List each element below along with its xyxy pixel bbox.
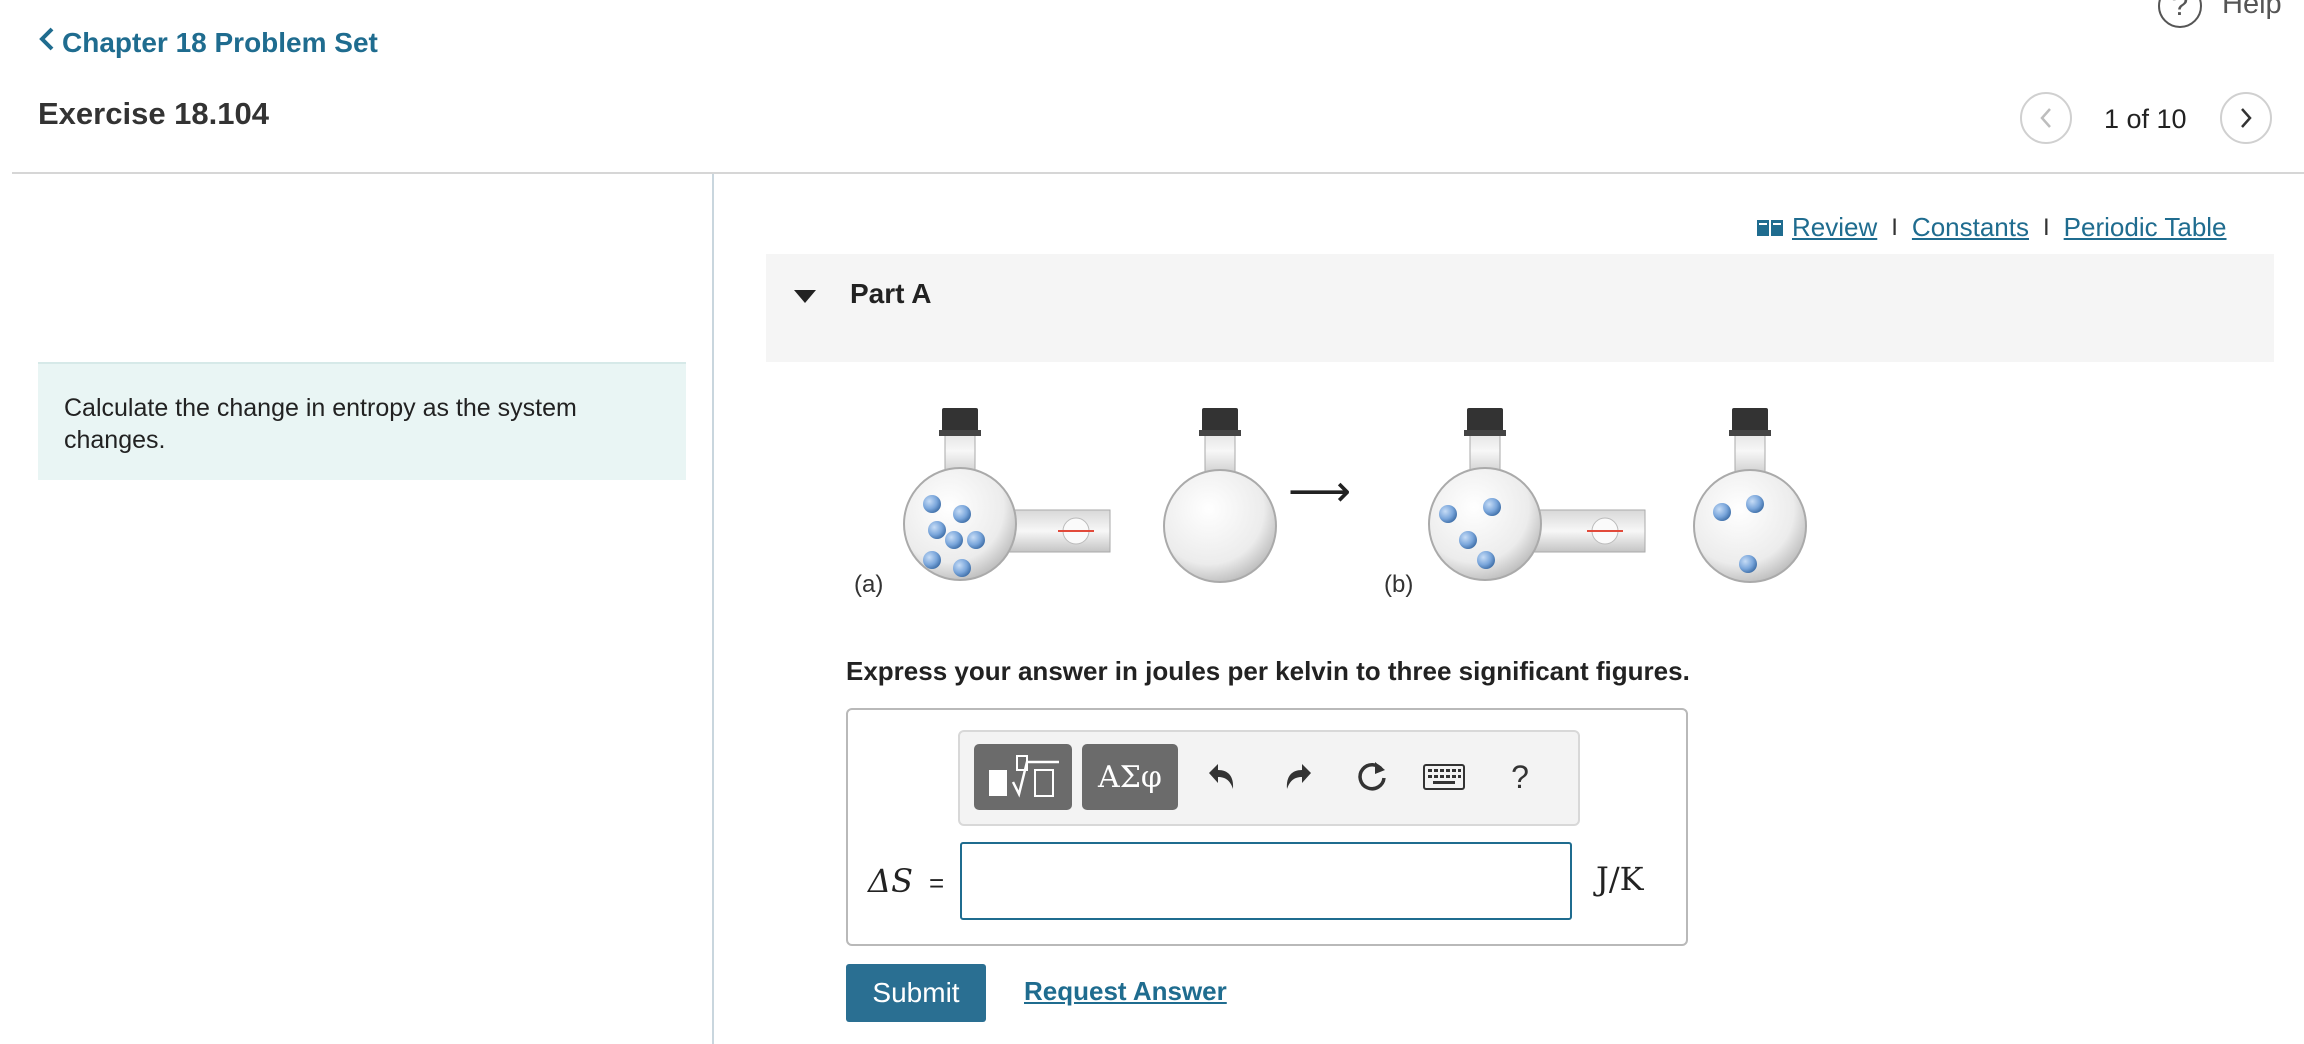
greek-symbols-button[interactable]: ΑΣφ [1082, 744, 1178, 810]
resource-links: Review I Constants I Periodic Table [1756, 212, 2227, 243]
keyboard-icon [1423, 764, 1465, 790]
previous-item-button[interactable] [2020, 92, 2072, 144]
collapse-triangle-icon[interactable] [794, 290, 816, 303]
request-answer-link[interactable]: Request Answer [1024, 976, 1227, 1007]
chevron-right-icon [2241, 108, 2252, 128]
chevron-left-icon [2040, 108, 2051, 128]
header-divider [12, 172, 2304, 174]
review-link[interactable]: Review [1792, 212, 1877, 243]
link-separator: I [1891, 213, 1898, 241]
item-counter: 1 of 10 [2104, 104, 2187, 134]
answer-label: ΔS = [868, 862, 944, 900]
flask-diagram: (a) ⟶ (b) [840, 392, 1820, 627]
delta-s-symbol: ΔS [868, 862, 914, 900]
part-title: Part A [850, 278, 932, 309]
answer-unit: J/K [1596, 860, 1644, 898]
link-separator: I [2043, 213, 2050, 241]
apparatus-b [1428, 408, 1807, 583]
answer-input[interactable] [960, 842, 1572, 920]
reset-button[interactable] [1346, 744, 1398, 810]
label-b: (b) [1384, 571, 1413, 598]
back-link-label: Chapter 18 Problem Set [62, 27, 378, 58]
constants-link[interactable]: Constants [1912, 212, 2029, 243]
part-header[interactable] [766, 254, 2274, 362]
answer-instruction: Express your answer in joules per kelvin… [846, 656, 1690, 686]
redo-icon [1286, 764, 1311, 789]
book-icon [1756, 218, 1784, 238]
back-to-chapter-link[interactable]: Chapter 18 Problem Set [38, 26, 378, 60]
math-help-button[interactable]: ? [1494, 744, 1546, 810]
reaction-arrow: ⟶ [1288, 466, 1351, 517]
equals-sign: = [929, 868, 945, 898]
keyboard-button[interactable] [1418, 744, 1470, 810]
undo-button[interactable] [1196, 744, 1248, 810]
redo-button[interactable] [1272, 744, 1324, 810]
help-icon[interactable]: ? [2158, 0, 2202, 28]
apparatus-a [903, 408, 1277, 583]
next-item-button[interactable] [2220, 92, 2272, 144]
reset-icon [1358, 762, 1386, 791]
page-title: Exercise 18.104 [38, 96, 269, 131]
chevron-left-icon [38, 26, 56, 60]
column-divider [712, 174, 714, 1044]
submit-button[interactable]: Submit [846, 964, 986, 1022]
periodic-table-link[interactable]: Periodic Table [2064, 212, 2227, 243]
problem-intro: Calculate the change in entropy as the s… [38, 362, 686, 480]
templates-icon [989, 755, 1059, 798]
undo-icon [1209, 764, 1234, 789]
problem-intro-text: Calculate the change in entropy as the s… [64, 394, 577, 454]
label-a: (a) [854, 571, 883, 598]
templates-button[interactable] [974, 744, 1072, 810]
help-link[interactable]: Help [2222, 0, 2282, 21]
